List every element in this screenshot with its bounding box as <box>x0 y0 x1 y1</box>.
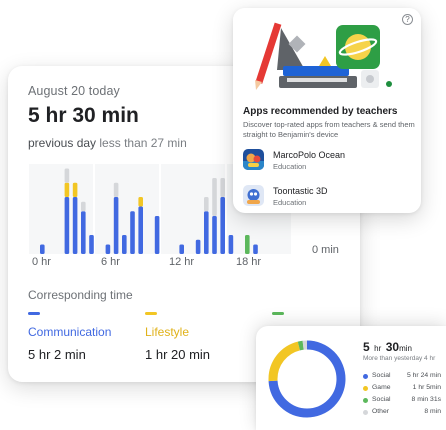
recommended-title: Apps recommended by teachers <box>243 106 398 117</box>
x-tick-12: 12 hr <box>169 256 195 268</box>
category-name: Communication <box>28 325 112 339</box>
bar-communication-20 <box>204 211 209 254</box>
bar-idle-22 <box>220 178 225 197</box>
bar-communication-10 <box>122 235 127 254</box>
legend-time: 8 min <box>424 408 441 415</box>
bar-communication-22 <box>220 197 225 254</box>
teacher-illustration <box>233 8 421 98</box>
legend-time: 1 hr 5min <box>412 384 441 391</box>
category-communication[interactable]: Communication 5 hr 2 min <box>28 312 111 362</box>
bar-communication-23 <box>228 235 234 254</box>
marcopolo-icon <box>243 149 264 170</box>
bar-other-25 <box>245 235 250 254</box>
chart-band-1 <box>95 164 159 254</box>
legend-name: Social <box>372 372 391 379</box>
bar-communication-0 <box>40 244 45 254</box>
legend-time: 5 hr 24 min <box>406 372 441 379</box>
category-time: 5 hr 2 min <box>28 347 86 362</box>
bar-lifestyle-12 <box>138 197 143 207</box>
category-time: 1 hr 20 min <box>145 347 211 362</box>
bar-lifestyle-4 <box>72 182 78 197</box>
x-tick-6: 6 hr <box>101 256 120 268</box>
bar-idle-9 <box>113 182 119 197</box>
corresponding-time-label: Corresponding time <box>28 288 133 302</box>
category-lifestyle[interactable]: Lifestyle 1 hr 20 min <box>145 312 210 362</box>
x-tick-0: 0 hr <box>32 256 51 268</box>
legend-name: Other <box>372 408 389 415</box>
compare-lead: previous day <box>28 136 97 150</box>
legend-dot <box>363 386 368 391</box>
app-name: MarcoPolo Ocean <box>273 150 346 160</box>
app-row-toontastic[interactable]: Toontastic 3D Education <box>243 185 413 209</box>
bar-communication-26 <box>253 244 258 254</box>
legend-dot <box>363 374 368 379</box>
app-row-marcopolo[interactable]: MarcoPolo Ocean Education <box>243 149 413 173</box>
usage-donut-chart <box>268 340 346 418</box>
legend-dot <box>363 410 368 415</box>
bar-communication-4 <box>72 197 78 254</box>
summary-minutes: 30 <box>385 340 400 354</box>
bar-communication-5 <box>81 211 86 254</box>
bar-communication-9 <box>113 197 119 254</box>
bar-idle-5 <box>81 201 86 212</box>
bar-communication-3 <box>64 197 70 254</box>
bar-communication-17 <box>179 244 184 254</box>
recommended-description: Discover top-rated apps from teachers & … <box>243 120 415 139</box>
legend-item: Game 1 hr 5min <box>363 384 441 394</box>
bar-idle-3 <box>64 168 70 183</box>
app-category: Education <box>273 162 307 171</box>
legend-item: Social 8 min 31s <box>363 396 441 406</box>
usage-summary-card[interactable]: 5 hr 30min More than yesterday 4 hr Soci… <box>256 326 446 430</box>
lifestyle-swatch <box>145 312 157 315</box>
help-icon[interactable]: ? <box>402 14 413 25</box>
communication-swatch <box>28 312 40 315</box>
bar-communication-14 <box>154 216 160 254</box>
category-name: Lifestyle <box>145 325 190 339</box>
bar-idle-21 <box>212 178 217 216</box>
summary-compare: More than yesterday 4 hr <box>363 355 436 362</box>
legend-item: Other 8 min <box>363 408 441 418</box>
bar-idle-20 <box>204 197 209 212</box>
y-zero-label: 0 min <box>312 244 339 256</box>
bar-communication-12 <box>138 206 143 254</box>
total-time: 5 hr 30 min <box>28 104 139 127</box>
bar-communication-11 <box>130 211 135 254</box>
summary-minutes-unit: min <box>399 344 412 353</box>
screen-time-composition: August 20 today 5 hr 30 min previous day… <box>0 0 446 430</box>
previous-day-comparison: previous day less than 27 min <box>28 136 187 150</box>
legend-dot <box>363 398 368 403</box>
category-other <box>272 312 284 325</box>
bar-communication-6 <box>89 235 94 254</box>
green-dot <box>386 81 392 87</box>
x-tick-18: 18 hr <box>236 256 262 268</box>
bar-communication-21 <box>212 216 217 254</box>
compare-detail: less than 27 min <box>99 136 187 150</box>
app-name: Toontastic 3D <box>273 186 328 196</box>
date-label: August 20 today <box>28 84 120 98</box>
other-swatch <box>272 312 284 315</box>
bar-lifestyle-3 <box>64 182 70 197</box>
toontastic-icon <box>243 185 264 206</box>
legend-name: Game <box>372 384 391 391</box>
summary-hours: 5 <box>363 340 370 354</box>
bar-communication-19 <box>195 239 201 254</box>
recommended-apps-card[interactable]: ? Apps recommended by teachers Discover … <box>233 8 421 213</box>
legend-item: Social 5 hr 24 min <box>363 372 441 382</box>
summary-total: 5 hr 30min <box>363 338 412 356</box>
legend-name: Social <box>372 396 391 403</box>
legend-time: 8 min 31s <box>411 396 441 403</box>
bar-communication-8 <box>105 244 111 254</box>
app-category: Education <box>273 198 307 207</box>
summary-hours-unit: hr <box>374 344 382 353</box>
